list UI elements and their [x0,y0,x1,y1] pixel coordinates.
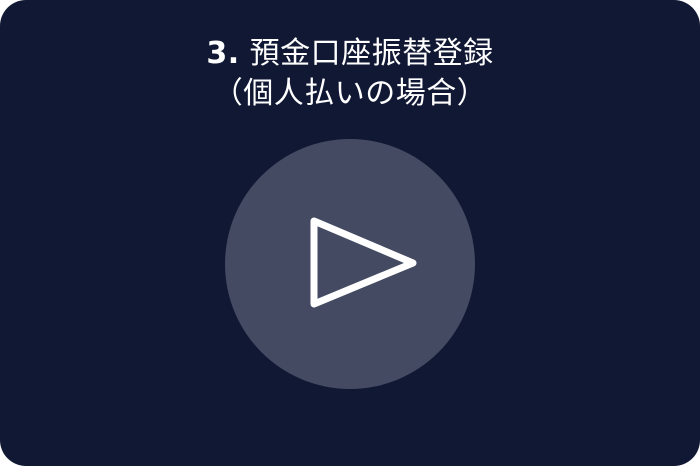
card-title: 3. 預金口座振替登録 （個人払いの場合） [0,34,700,114]
video-card[interactable]: 3. 預金口座振替登録 （個人払いの場合） [0,0,700,466]
title-number: 3. [206,36,240,71]
title-line-2: （個人払いの場合） [212,76,488,111]
title-line-1: 3. 預金口座振替登録 [0,34,700,74]
play-icon [310,217,417,308]
title-text: 預金口座振替登録 [249,36,494,71]
play-button[interactable] [225,139,475,389]
